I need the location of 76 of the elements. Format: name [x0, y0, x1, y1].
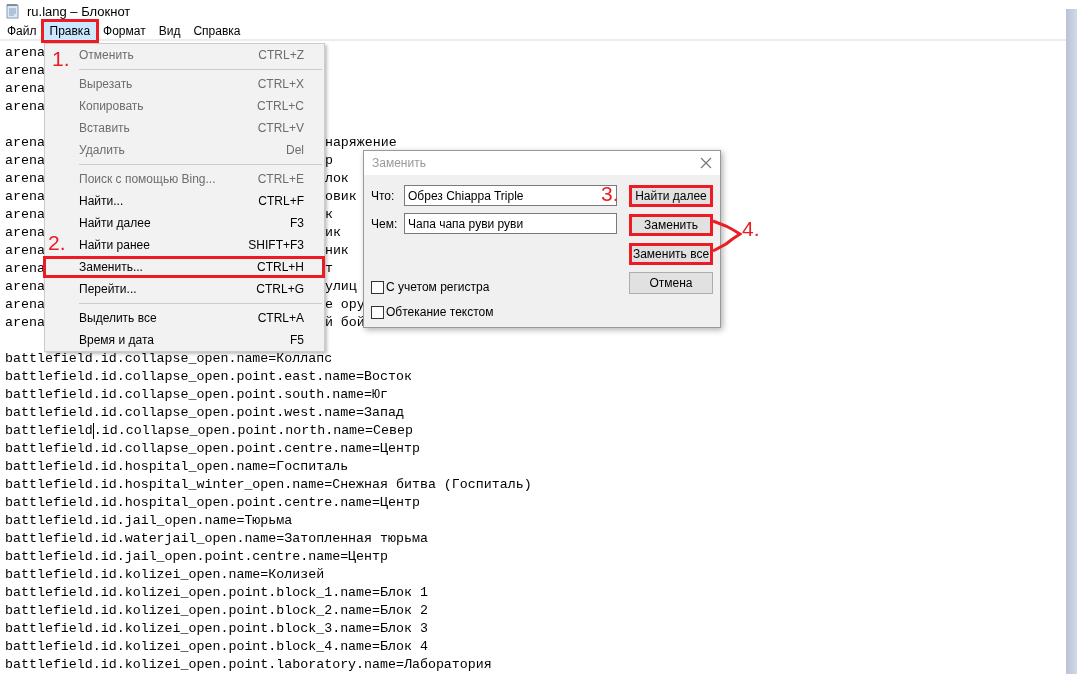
menu-item[interactable]: Формат: [97, 21, 152, 40]
code-line: battlefield.id.kolizei_open.point.block_1.name=Блок 1: [5, 584, 428, 602]
code-line: battlefield.id.kolizei_open.point.block_3.name=Блок 3: [5, 620, 428, 638]
menu-item[interactable]: Вид: [152, 21, 187, 40]
code-line: battlefield.id.collapse_open.point.west.name=Запад: [5, 404, 404, 422]
dialog-button[interactable]: Заменить все: [629, 243, 713, 265]
menu-item[interactable]: Перейти... CTRL+G: [75, 278, 324, 300]
dialog-title: Заменить: [372, 156, 426, 170]
brace-connector: [712, 218, 742, 254]
checkbox-label: Обтекание текстом: [386, 305, 494, 319]
code-line: arena: [5, 224, 45, 242]
code-line: battlefield.id.hospital_open.point.centre.name=Центр: [5, 494, 420, 512]
code-line: arena: [5, 152, 45, 170]
code-line: arena: [5, 80, 45, 98]
menu-item[interactable]: Найти... CTRL+F: [75, 190, 324, 212]
dialog-button[interactable]: Отмена: [629, 272, 713, 294]
code-line: .id.collapse_open.point.north.name=Север: [93, 422, 413, 440]
code-line: к: [324, 206, 333, 224]
code-line: arena: [5, 188, 45, 206]
code-line: arena: [5, 314, 45, 332]
code-line: наряжение: [324, 134, 397, 152]
menu-item[interactable]: Правка: [43, 21, 97, 40]
field-label: Чем:: [371, 216, 399, 231]
notepad-icon: [5, 3, 21, 19]
code-line: улиц: [324, 278, 357, 296]
code-line: е ору: [324, 296, 365, 314]
code-line: arena: [5, 260, 45, 278]
code-line: arena: [5, 62, 45, 80]
step-number: 2.: [48, 232, 66, 254]
code-line: battlefield.id.kolizei_open.point.block_4.name=Блок 4: [5, 638, 428, 656]
menu-item[interactable]: Файл: [1, 21, 43, 40]
code-line: battlefield.id.collapse_open.name=Коллапс: [5, 350, 333, 368]
code-line: arena: [5, 206, 45, 224]
step-number: 4.: [742, 218, 760, 240]
code-line: battlefield.id.collapse_open.point.south.name=Юг: [5, 386, 388, 404]
checkbox[interactable]: [371, 305, 384, 319]
code-line: arena: [5, 278, 45, 296]
code-line: arena: [5, 170, 45, 188]
step-number: 1.: [52, 48, 70, 70]
text-cursor: [92, 423, 94, 439]
code-line: battlefield.id.kolizei_open.point.laboratory.name=Лаборатория: [5, 656, 492, 674]
checkbox-label: С учетом регистра: [386, 280, 490, 294]
code-line: battlefield.id.hospital_open.name=Госпиталь: [5, 458, 349, 476]
input-field[interactable]: Чапа чапа руви руви: [404, 213, 617, 234]
field-label: Что:: [371, 188, 396, 203]
code-line: arena: [5, 242, 45, 260]
menu-item[interactable]: Время и дата F5: [75, 329, 324, 351]
menu-item[interactable]: Справка: [187, 21, 247, 40]
code-line: battlefield.id.jail_open.name=Тюрьма: [5, 512, 293, 530]
code-line: battlefield.id.collapse_open.point.east.name=Восток: [5, 368, 412, 386]
dialog-button[interactable]: Найти далее: [629, 185, 713, 207]
code-line: лок: [324, 170, 349, 188]
code-line: battlefield.id.waterjail_open.name=Затопленная тюрьма: [5, 530, 428, 548]
menu-item[interactable]: Найти далее F3: [75, 212, 324, 234]
code-line: т: [324, 260, 333, 278]
code-line: battlefield.id.collapse_open.point.centre.name=Центр: [5, 440, 420, 458]
code-line: arena: [5, 44, 45, 62]
code-line: arena: [5, 134, 45, 152]
code-line: arena: [5, 98, 45, 116]
code-line: ик: [324, 224, 341, 242]
menu-item[interactable]: Выделить все CTRL+A: [75, 307, 324, 329]
code-line: battlefield.id.hospital_winter_open.name=Снежная битва (Госпиталь): [5, 476, 532, 494]
code-line: ник: [324, 242, 349, 260]
window-title: ru.lang – Блокнот: [27, 3, 131, 19]
code-line: р: [324, 152, 333, 170]
dialog-button[interactable]: Заменить: [629, 214, 713, 236]
code-line: battlefield.id.kolizei_open.name=Колизей: [5, 566, 325, 584]
checkbox[interactable]: [371, 280, 384, 294]
code-line: battlefield: [5, 422, 93, 440]
code-line: овик: [324, 188, 357, 206]
menu-item[interactable]: Найти ранее SHIFT+F3: [75, 234, 324, 256]
menu-item[interactable]: Заменить... CTRL+H: [75, 256, 324, 278]
code-line: battlefield.id.jail_open.point.centre.name=Центр: [5, 548, 388, 566]
close-icon[interactable]: [700, 157, 712, 169]
code-line: battlefield.id.kolizei_open.point.block_2.name=Блок 2: [5, 602, 428, 620]
code-line: arena: [5, 296, 45, 314]
